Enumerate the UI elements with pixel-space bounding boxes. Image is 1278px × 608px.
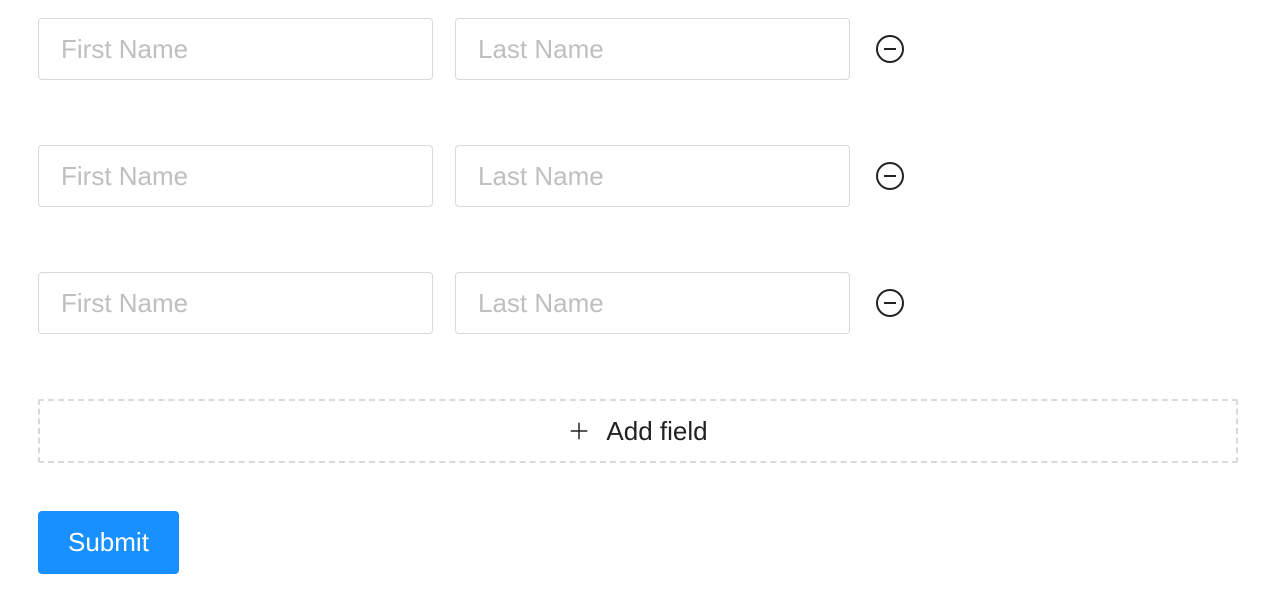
form-row [38,18,1240,80]
first-name-input[interactable] [38,18,433,80]
form-row [38,272,1240,334]
minus-circle-icon [884,48,896,50]
submit-label: Submit [68,527,149,557]
plus-icon [568,420,590,442]
minus-circle-icon [884,302,896,304]
remove-row-button[interactable] [876,35,904,63]
submit-button[interactable]: Submit [38,511,179,574]
last-name-input[interactable] [455,18,850,80]
remove-row-button[interactable] [876,162,904,190]
first-name-input[interactable] [38,145,433,207]
first-name-input[interactable] [38,272,433,334]
add-field-button[interactable]: Add field [38,399,1238,463]
form-rows-container [38,18,1240,334]
form-row [38,145,1240,207]
minus-circle-icon [884,175,896,177]
add-field-label: Add field [606,416,707,447]
last-name-input[interactable] [455,145,850,207]
last-name-input[interactable] [455,272,850,334]
remove-row-button[interactable] [876,289,904,317]
